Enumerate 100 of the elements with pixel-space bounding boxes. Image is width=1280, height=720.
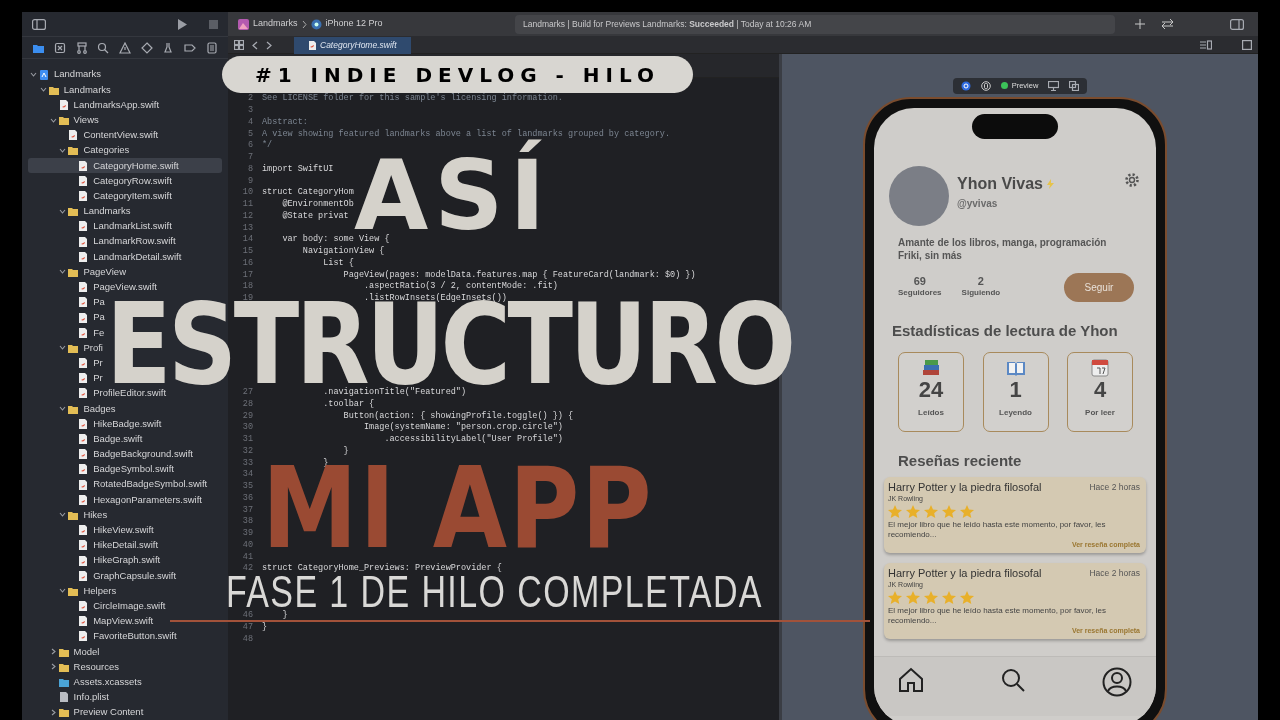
code-line: .navigationTitle("Featured") [322, 387, 467, 399]
code-comment: */ [262, 140, 273, 152]
line-number: 2 [246, 93, 254, 105]
folder-item[interactable]: Badges [28, 401, 116, 417]
file-item[interactable]: HikeDetail.swift [28, 537, 159, 553]
forward-icon[interactable] [266, 40, 272, 50]
code-line: } [342, 445, 349, 458]
chevron-icon[interactable] [59, 511, 67, 519]
folder-item[interactable]: Resources [28, 659, 119, 675]
settings-icon[interactable] [1124, 171, 1140, 188]
chevron-icon[interactable] [59, 587, 67, 595]
tag-icon[interactable] [184, 41, 197, 54]
duplicate-icon[interactable] [1069, 80, 1080, 91]
device-name[interactable]: iPhone 12 Pro [325, 17, 383, 31]
file-item[interactable]: LandmarksApp.swift [28, 97, 160, 113]
line-number: 10 [241, 187, 254, 199]
file-item[interactable]: CategoryItem.swift [28, 188, 172, 204]
device-settings-icon[interactable] [1048, 80, 1060, 91]
flask-icon[interactable] [162, 41, 175, 54]
file-item[interactable]: CategoryRow.swift [28, 173, 172, 189]
search-icon[interactable] [1000, 666, 1026, 693]
chevron-icon[interactable] [49, 708, 57, 716]
file-item[interactable]: PageView.swift [28, 279, 157, 295]
file-item[interactable]: HikeGraph.swift [28, 552, 161, 569]
folder-item[interactable]: Preview Content [28, 704, 144, 720]
swift-file-icon [78, 479, 89, 490]
file-item[interactable]: Fe [28, 325, 105, 341]
line-number: 40 [241, 539, 254, 552]
swift-file-icon [78, 525, 89, 536]
grid-icon[interactable] [234, 40, 244, 51]
chevron-icon[interactable] [49, 648, 57, 656]
folder-item[interactable]: Views [28, 112, 99, 128]
file-item[interactable]: HexagonParameters.swift [28, 492, 202, 508]
folder-item[interactable]: Landmarks [28, 203, 131, 219]
chevron-icon[interactable] [30, 71, 37, 79]
back-icon[interactable] [252, 40, 258, 50]
folder-item[interactable]: Hikes [28, 507, 108, 523]
add-icon[interactable] [1135, 19, 1145, 30]
file-item[interactable]: Pa [28, 294, 105, 310]
folder-item[interactable]: Categories [28, 142, 130, 159]
file-item[interactable]: LandmarkDetail.swift [28, 249, 182, 265]
sidebar-toggle-icon[interactable] [32, 18, 46, 30]
scheme-name[interactable]: Landmarks [253, 17, 298, 31]
chevron-icon[interactable] [39, 86, 47, 94]
folder-icon [58, 646, 69, 657]
hierarchy-icon[interactable] [75, 41, 88, 54]
folder-item[interactable]: Landmarks [28, 66, 101, 83]
file-item[interactable]: MapView.swift [28, 613, 154, 629]
folder-icon [68, 145, 79, 156]
file-item[interactable]: HikeBadge.swift [28, 416, 162, 432]
file-item[interactable]: LandmarkRow.swift [28, 234, 176, 250]
chevron-icon[interactable] [59, 344, 67, 352]
diamond-icon[interactable] [140, 41, 153, 54]
folder-item[interactable]: Model [28, 644, 100, 660]
home-icon[interactable] [898, 666, 924, 693]
file-item[interactable]: ContentView.swift [28, 127, 159, 143]
profile-icon[interactable] [1102, 666, 1132, 697]
chevron-icon[interactable] [49, 663, 57, 671]
file-item[interactable]: CategoryHome.swift [28, 158, 222, 174]
swap-icon[interactable] [1161, 19, 1174, 30]
chevron-icon[interactable] [49, 116, 57, 124]
file-item[interactable]: Assets.xcassets [28, 674, 142, 690]
live-icon[interactable] [960, 80, 971, 91]
chevron-icon[interactable] [59, 268, 67, 276]
file-item[interactable]: CircleImage.swift [28, 598, 166, 614]
file-item[interactable]: ProfileEditor.swift [28, 385, 167, 402]
chevron-icon[interactable] [59, 207, 67, 215]
file-item[interactable]: LandmarkList.swift [28, 218, 172, 234]
folder-item[interactable]: Helpers [28, 583, 117, 599]
file-item[interactable]: RotatedBadgeSymbol.swift [28, 477, 208, 493]
app-icon [238, 18, 249, 30]
lines-icon[interactable] [1200, 40, 1212, 51]
file-item[interactable]: Badge.swift [28, 431, 143, 447]
chevron-icon[interactable] [59, 146, 67, 154]
chevron-icon[interactable] [59, 405, 67, 413]
folder-item[interactable]: Profi [28, 340, 103, 356]
file-item[interactable]: HikeView.swift [28, 522, 154, 538]
inspector-toggle-icon[interactable] [1230, 18, 1244, 30]
panel-icon[interactable] [1242, 40, 1252, 51]
file-item[interactable]: BadgeSymbol.swift [28, 461, 174, 477]
file-item[interactable]: BadgeBackground.swift [28, 446, 193, 462]
select-icon[interactable] [980, 80, 991, 91]
search-icon[interactable] [97, 41, 110, 54]
document-icon[interactable] [206, 41, 218, 54]
file-item[interactable]: Info.plist [28, 689, 109, 705]
folder-icon [68, 342, 79, 353]
play-icon[interactable] [177, 18, 187, 30]
file-item[interactable]: Pr [28, 355, 103, 371]
folder-item[interactable]: Landmarks [28, 82, 111, 98]
file-item[interactable]: Pr [28, 370, 103, 386]
file-item[interactable]: FavoriteButton.swift [28, 628, 177, 645]
line-number: 46 [242, 610, 253, 622]
warning-icon[interactable] [119, 41, 131, 54]
code-line: NavigationView { [301, 246, 385, 258]
books-icon [921, 358, 941, 378]
folder-item[interactable]: PageView [28, 264, 126, 280]
file-item[interactable]: Pa [28, 309, 105, 326]
box-x-icon[interactable] [53, 41, 66, 54]
swift-file-icon [78, 221, 89, 232]
file-item[interactable]: GraphCapsule.swift [28, 568, 177, 584]
